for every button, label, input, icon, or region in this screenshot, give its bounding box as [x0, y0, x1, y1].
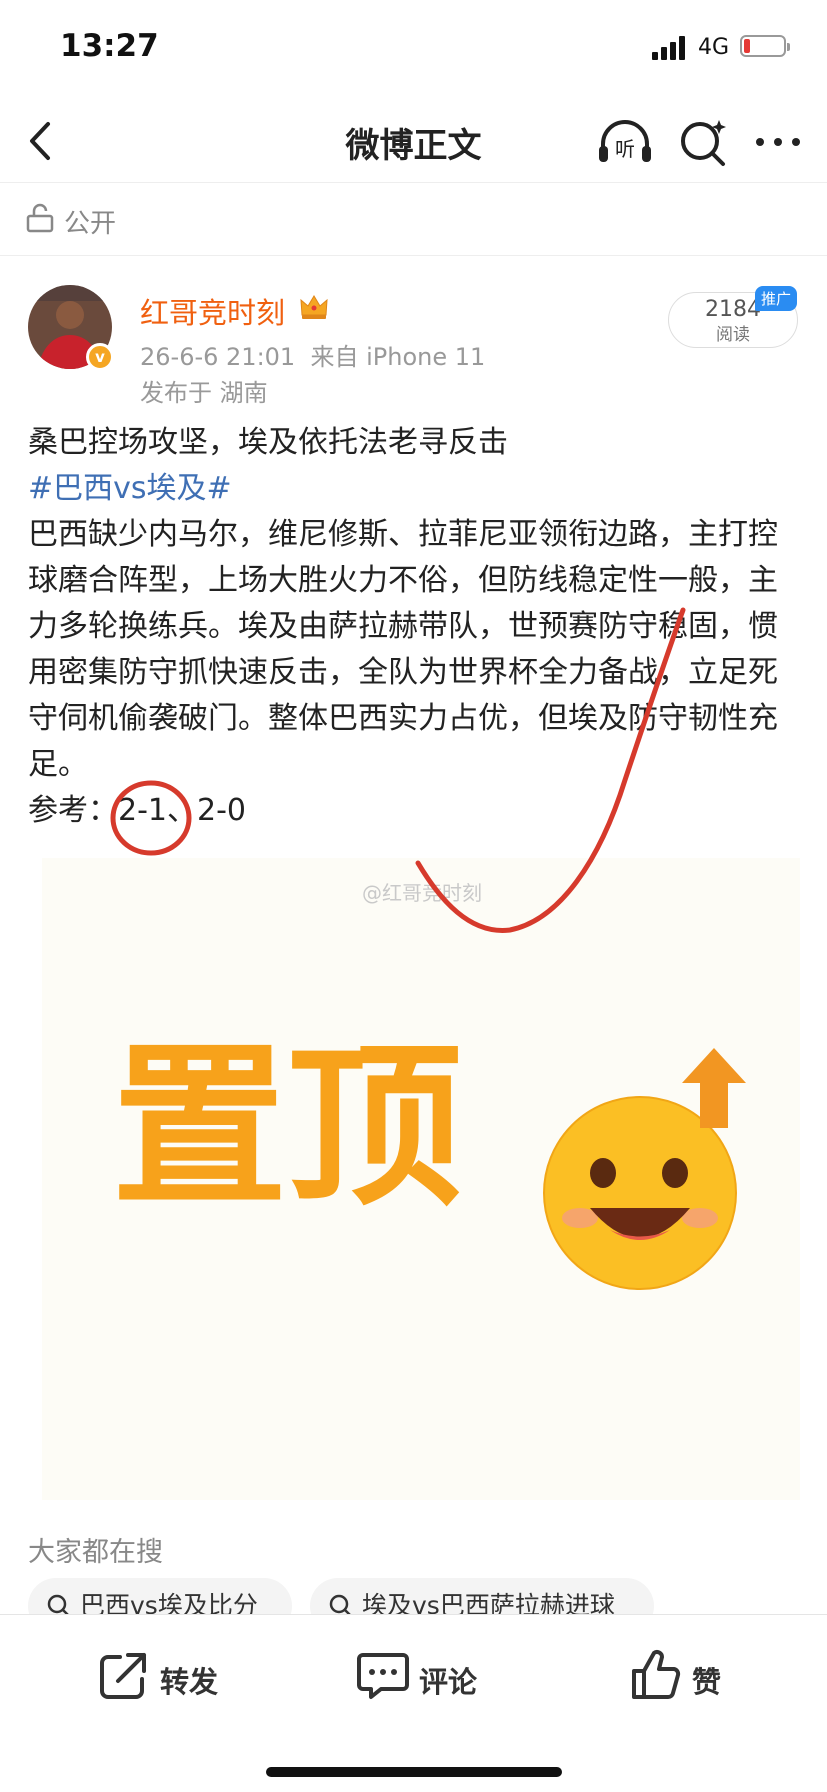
search-icon — [681, 120, 726, 166]
thumbs-up-icon — [632, 1650, 681, 1699]
post-content: 桑巴控场攻坚，埃及依托法老寻反击 #巴西vs埃及# 巴西缺少内马尔，维尼修斯、拉… — [28, 420, 800, 834]
more-dots-icon — [756, 138, 800, 146]
signal-icon — [652, 36, 692, 60]
listen-button[interactable]: 听 — [595, 114, 655, 170]
verified-badge-icon: v — [86, 343, 114, 371]
pinned-sticker-image: @红哥竞时刻 置顶 — [112, 881, 746, 1290]
forward-button[interactable]: 转发 — [96, 1647, 256, 1707]
forward-label: 转发 — [160, 1665, 219, 1699]
author-name[interactable]: 红哥竞时刻 — [140, 290, 285, 332]
like-label: 赞 — [692, 1665, 722, 1699]
visibility-row: 公开 — [0, 183, 827, 256]
comment-label: 评论 — [419, 1665, 478, 1699]
post-location: 发布于 湖南 — [140, 379, 268, 407]
headphones-icon: 听 — [599, 120, 651, 162]
status-time: 13:27 — [60, 28, 159, 64]
back-button[interactable] — [18, 116, 68, 166]
share-icon — [100, 1653, 146, 1699]
battery-icon — [740, 35, 790, 57]
chevron-left-icon — [30, 122, 50, 160]
unlock-icon — [26, 203, 54, 233]
like-button[interactable]: 赞 — [628, 1647, 748, 1707]
post-image[interactable]: @红哥竞时刻 置顶 — [42, 858, 800, 1500]
post-headline: 桑巴控场攻坚，埃及依托法老寻反击 — [28, 425, 508, 460]
post-source: 来自 iPhone 11 — [310, 343, 486, 371]
home-indicator[interactable] — [266, 1767, 562, 1777]
reference-score-2: 2-0 — [197, 793, 246, 828]
nav-bar: 微博正文 听 — [0, 100, 827, 183]
image-pinned-text: 置顶 — [112, 1027, 462, 1230]
post-meta: 26-6-6 21:01 来自 iPhone 11 — [140, 337, 485, 372]
trending-search-title: 大家都在搜 — [28, 1537, 163, 1568]
reference-separator: 、 — [167, 793, 197, 828]
status-bar: 13:27 4G — [0, 0, 827, 100]
network-type: 4G — [698, 35, 730, 60]
bottom-action-bar: 转发 评论 赞 — [0, 1614, 827, 1792]
promo-badge[interactable]: 推广 — [755, 286, 798, 311]
comment-button[interactable]: 评论 — [355, 1647, 515, 1707]
post-body: 巴西缺少内马尔，维尼修斯、拉菲尼亚领衔边路，主打控球磨合阵型，上场大胜火力不俗，… — [28, 517, 778, 782]
visibility-label: 公开 — [64, 209, 117, 239]
more-button[interactable] — [750, 114, 806, 170]
comment-icon — [357, 1653, 409, 1699]
reference-label: 参考： — [28, 793, 118, 828]
read-label: 阅读 — [716, 325, 750, 345]
post-reference: 参考：2-1、2-0 — [28, 788, 800, 834]
hashtag-link[interactable]: #巴西vs埃及# — [28, 471, 232, 506]
post-date: 26-6-6 21:01 — [140, 343, 296, 371]
reference-score-1: 2-1 — [118, 793, 167, 828]
crown-icon — [300, 295, 328, 319]
listen-label: 听 — [615, 137, 635, 161]
search-button[interactable] — [675, 114, 731, 170]
image-watermark: @红哥竞时刻 — [362, 881, 482, 905]
